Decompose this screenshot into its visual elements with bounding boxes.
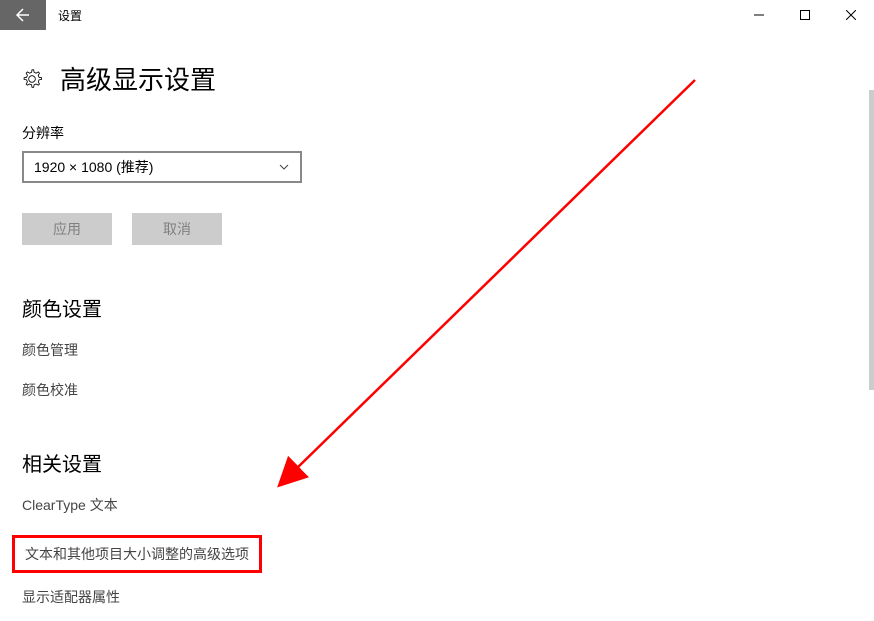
chevron-down-icon [278, 161, 290, 173]
resolution-value: 1920 × 1080 (推荐) [34, 157, 153, 177]
close-icon [846, 10, 856, 20]
related-section-title: 相关设置 [22, 448, 852, 477]
cancel-button[interactable]: 取消 [132, 213, 222, 245]
back-button[interactable] [0, 0, 46, 30]
close-button[interactable] [828, 0, 874, 30]
title-bar: 设置 [0, 0, 874, 30]
gear-icon [22, 69, 42, 89]
color-management-link[interactable]: 颜色管理 [22, 340, 78, 360]
color-calibration-link[interactable]: 颜色校准 [22, 380, 78, 400]
scrollbar-thumb[interactable] [869, 90, 874, 390]
window-controls [736, 0, 874, 30]
resolution-label: 分辨率 [22, 123, 852, 143]
arrow-left-icon [15, 7, 31, 23]
maximize-icon [800, 10, 810, 20]
apply-button[interactable]: 应用 [22, 213, 112, 245]
button-row: 应用 取消 [22, 213, 852, 245]
minimize-icon [754, 10, 764, 20]
page-title: 高级显示设置 [60, 60, 216, 97]
minimize-button[interactable] [736, 0, 782, 30]
content-area: 高级显示设置 分辨率 1920 × 1080 (推荐) 应用 取消 颜色设置 颜… [0, 30, 874, 621]
resolution-dropdown[interactable]: 1920 × 1080 (推荐) [22, 151, 302, 183]
color-section-title: 颜色设置 [22, 293, 852, 322]
window-title: 设置 [46, 7, 82, 24]
cleartype-link[interactable]: ClearType 文本 [22, 495, 118, 515]
maximize-button[interactable] [782, 0, 828, 30]
text-size-link[interactable]: 文本和其他项目大小调整的高级选项 [25, 544, 249, 564]
highlight-box: 文本和其他项目大小调整的高级选项 [12, 535, 262, 573]
page-header: 高级显示设置 [22, 60, 852, 97]
adapter-link[interactable]: 显示适配器属性 [22, 587, 120, 607]
